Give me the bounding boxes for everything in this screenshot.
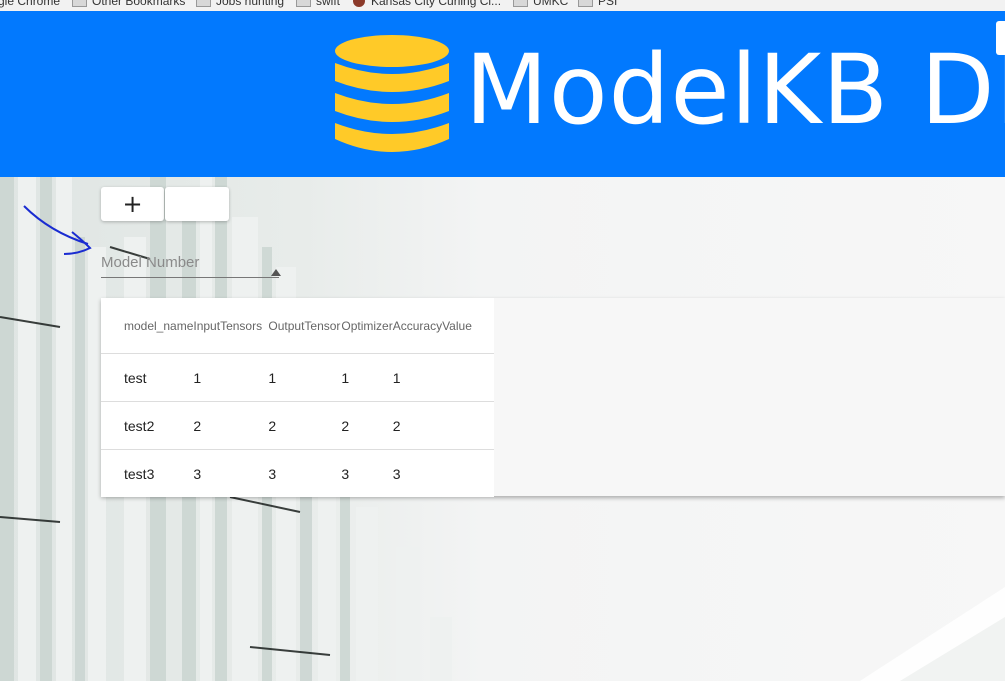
cell-model-name: test3: [124, 465, 155, 482]
dropdown-caret-icon[interactable]: [271, 269, 281, 276]
folder-icon: [296, 0, 311, 7]
bookmark-chrome[interactable]: gle Chrome: [0, 0, 60, 9]
table-header-row: model_name InputTensors OutputTensor Opt…: [101, 298, 494, 354]
header-corner-button[interactable]: [996, 21, 1005, 55]
hand-drawn-arrow-annotation: [23, 205, 92, 255]
bookmark-other-bookmarks[interactable]: Other Bookmarks: [72, 0, 185, 9]
bookmark-psi[interactable]: PSI: [578, 0, 617, 9]
folder-icon: [196, 0, 211, 7]
cell-optimizer: 1: [341, 353, 393, 402]
table-row[interactable]: test 1 1 1 1: [101, 353, 494, 402]
cell-input-tensors: 1: [193, 353, 269, 402]
cell-accuracy-value: 2: [392, 401, 494, 450]
model-number-input[interactable]: [101, 250, 271, 274]
bookmarks-bar: gle Chrome Other Bookmarks Jobs hunting …: [0, 0, 1005, 11]
cell-output-tensor: 3: [268, 465, 277, 482]
folder-icon: [513, 0, 528, 7]
table-row[interactable]: test2 2 2 2 2: [101, 401, 494, 450]
column-header-output-tensor[interactable]: OutputTensor: [268, 298, 342, 354]
table-row[interactable]: test3 3 3 3 3: [101, 450, 494, 498]
cell-output-tensor: 2: [268, 401, 342, 450]
cell-optimizer: 2: [341, 401, 393, 450]
folder-icon: [72, 0, 87, 7]
cell-accuracy-value: 1: [392, 353, 494, 402]
folder-icon: [578, 0, 593, 7]
bookmark-swift[interactable]: swift: [296, 0, 340, 9]
bookmark-kansas-city-curling[interactable]: Kansas City Curling Cl...: [353, 0, 501, 9]
cell-model-name: test: [101, 353, 194, 402]
bookmark-label: gle Chrome: [0, 0, 61, 8]
cell-input-tensors: 3: [193, 465, 202, 482]
database-icon: [335, 35, 449, 152]
column-header-optimizer[interactable]: Optimizer: [341, 298, 393, 354]
column-header-input-tensors[interactable]: InputTensors: [193, 298, 269, 354]
column-header-accuracy-value[interactable]: AccuracyValue: [392, 298, 494, 354]
site-favicon-icon: [353, 0, 365, 7]
app-header: ModelKB DB: [0, 11, 1005, 177]
cell-input-tensors: 2: [193, 401, 269, 450]
bookmark-umkc[interactable]: UMKC: [513, 0, 568, 9]
cell-optimizer: 3: [341, 465, 350, 482]
models-table: model_name InputTensors OutputTensor Opt…: [101, 298, 494, 497]
bookmark-jobs-hunting[interactable]: Jobs hunting: [196, 0, 284, 9]
secondary-button[interactable]: [165, 187, 229, 221]
models-table-card: model_name InputTensors OutputTensor Opt…: [101, 298, 1005, 497]
cell-model-name: test2: [101, 401, 194, 450]
column-header-model-name[interactable]: model_name: [101, 298, 194, 354]
cell-accuracy-value: 3: [392, 465, 401, 482]
cell-output-tensor: 1: [268, 353, 342, 402]
model-number-field: [101, 250, 281, 278]
add-button[interactable]: +: [101, 187, 164, 221]
app-title: ModelKB DB: [465, 34, 1005, 146]
